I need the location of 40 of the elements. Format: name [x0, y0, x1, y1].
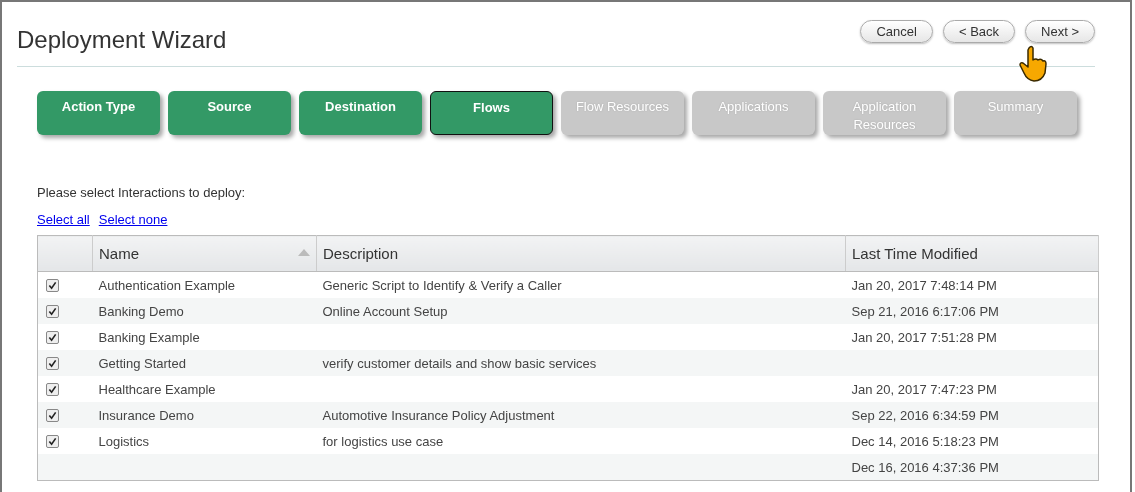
wizard-title: Deployment Wizard — [17, 25, 227, 54]
checkbox[interactable] — [46, 408, 59, 422]
table-cell: for logistics use case — [322, 433, 444, 449]
table-cell: Banking Example — [98, 329, 200, 345]
wizard-step[interactable]: Destination — [299, 91, 422, 135]
table-cell: Getting Started — [98, 355, 186, 371]
table-cell: Jan 20, 2017 7:48:14 PM — [851, 277, 997, 293]
table-cell: Automotive Insurance Policy Adjustment — [322, 407, 555, 423]
checkbox[interactable] — [46, 278, 59, 292]
wizard-button[interactable]: Cancel — [860, 19, 933, 43]
wizard-step[interactable]: Action Type — [37, 91, 160, 135]
table-cell: verify customer details and show basic services — [322, 355, 597, 371]
column-header[interactable]: Description — [323, 245, 399, 262]
table-cell: Sep 22, 2016 6:34:59 PM — [851, 407, 999, 423]
table-cell: Jan 20, 2017 7:47:23 PM — [851, 381, 997, 397]
table-cell: Sep 21, 2016 6:17:06 PM — [851, 303, 999, 319]
instruction-text: Please select Interactions to deploy: — [37, 184, 247, 202]
column-header[interactable]: Name — [99, 245, 139, 262]
wizard-step[interactable]: Flows — [430, 91, 553, 135]
table-cell: Dec 14, 2016 5:18:23 PM — [851, 433, 999, 449]
table-cell: Dec 16, 2016 4:37:36 PM — [851, 459, 999, 475]
table-cell: Online Account Setup — [322, 303, 448, 319]
table-cell: Banking Demo — [98, 303, 184, 319]
checkbox[interactable] — [46, 434, 59, 448]
table-cell: Insurance Demo — [98, 407, 194, 423]
table-cell: Authentication Example — [98, 277, 236, 293]
select-link[interactable]: Select none — [98, 212, 168, 227]
checkbox[interactable] — [46, 382, 59, 396]
select-link[interactable]: Select all — [37, 212, 90, 227]
checkbox[interactable] — [46, 330, 59, 344]
table-cell: Healthcare Example — [98, 381, 216, 397]
table-cell: Generic Script to Identify & Verify a Caller — [322, 277, 562, 293]
wizard-step[interactable]: Source — [168, 91, 291, 135]
wizard-button[interactable]: Next > — [1025, 19, 1095, 43]
checkbox[interactable] — [46, 304, 59, 318]
hand-pointer-icon — [1018, 45, 1048, 83]
wizard-button[interactable]: < Back — [942, 19, 1016, 43]
table-cell: Jan 20, 2017 7:51:28 PM — [851, 329, 997, 345]
checkbox[interactable] — [46, 356, 59, 370]
table-cell: Logistics — [98, 433, 150, 449]
